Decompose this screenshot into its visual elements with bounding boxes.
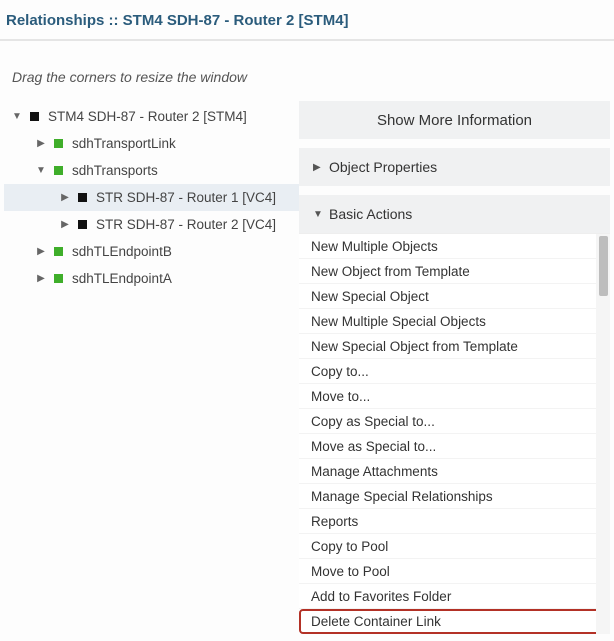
action-item-label: Add to Favorites Folder <box>311 589 451 604</box>
action-item[interactable]: New Multiple Objects <box>299 234 610 259</box>
basic-actions-section: ▼ Basic Actions New Multiple ObjectsNew … <box>299 195 610 634</box>
basic-actions-list: New Multiple Objects New Object from Temp… <box>299 233 610 634</box>
basic-actions-label: Basic Actions <box>329 206 412 222</box>
scrollbar-thumb[interactable] <box>599 236 608 296</box>
tree-node[interactable]: ▶ STR SDH-87 - Router 2 [VC4] <box>4 211 299 238</box>
tree-node-label: sdhTLEndpointB <box>72 244 172 259</box>
action-item-label: Move as Special to... <box>311 439 436 454</box>
chevron-right-icon[interactable]: ▶ <box>34 246 48 257</box>
tree-node[interactable]: ▼ sdhTransports <box>4 157 299 184</box>
object-properties-accordion[interactable]: ▶ Object Properties <box>299 148 610 186</box>
chevron-right-icon[interactable]: ▶ <box>34 138 48 149</box>
node-color-icon <box>30 112 39 121</box>
action-item-label: Move to... <box>311 389 370 404</box>
tree-node[interactable]: ▶ STR SDH-87 - Router 1 [VC4] <box>4 184 299 211</box>
action-item-label: Manage Attachments <box>311 464 438 479</box>
node-color-icon <box>54 166 63 175</box>
tree-node-label: sdhTransportLink <box>72 136 176 151</box>
action-item-label: New Object from Template <box>311 264 470 279</box>
action-item[interactable]: Move to Pool <box>299 559 610 584</box>
chevron-right-icon[interactable]: ▶ <box>34 273 48 284</box>
action-item-label: Move to Pool <box>311 564 390 579</box>
action-item[interactable]: Manage Special Relationships <box>299 484 610 509</box>
chevron-right-icon: ▶ <box>313 162 329 173</box>
node-color-icon <box>54 274 63 283</box>
tree-node-label: STM4 SDH-87 - Router 2 [STM4] <box>48 109 247 124</box>
action-item-label: Copy to... <box>311 364 369 379</box>
node-color-icon <box>78 193 87 202</box>
scrollbar-track[interactable] <box>596 234 610 634</box>
action-item-label: Reports <box>311 514 358 529</box>
chevron-right-icon[interactable]: ▶ <box>58 192 72 203</box>
basic-actions-accordion[interactable]: ▼ Basic Actions <box>299 195 610 233</box>
action-item[interactable]: New Special Object <box>299 284 610 309</box>
tree-node-label: sdhTLEndpointA <box>72 271 172 286</box>
tree-node-label: sdhTransports <box>72 163 158 178</box>
tree-node[interactable]: ▶ sdhTLEndpointA <box>4 265 299 292</box>
object-properties-label: Object Properties <box>329 159 437 175</box>
node-color-icon <box>54 247 63 256</box>
action-item[interactable]: Copy to Pool <box>299 534 610 559</box>
node-color-icon <box>54 139 63 148</box>
action-item[interactable]: Move to... <box>299 384 610 409</box>
tree-node-label: STR SDH-87 - Router 1 [VC4] <box>96 190 276 205</box>
resize-hint: Drag the corners to resize the window <box>0 41 614 101</box>
action-item-label: Manage Special Relationships <box>311 489 493 504</box>
tree-node[interactable]: ▶ sdhTLEndpointB <box>4 238 299 265</box>
action-item-label: New Special Object from Template <box>311 339 518 354</box>
action-item[interactable]: New Object from Template <box>299 259 610 284</box>
action-item[interactable]: New Multiple Special Objects <box>299 309 610 334</box>
show-more-info-label: Show More Information <box>377 112 532 129</box>
right-panel: Show More Information ▶ Object Propertie… <box>299 101 610 634</box>
action-item[interactable]: Delete Container Link <box>299 609 610 634</box>
action-item-label: Copy to Pool <box>311 539 388 554</box>
action-item-label: Delete Container Link <box>311 614 441 629</box>
action-item[interactable]: Reports <box>299 509 610 534</box>
chevron-right-icon[interactable]: ▶ <box>58 219 72 230</box>
show-more-info-button[interactable]: Show More Information <box>299 101 610 139</box>
action-item[interactable]: Copy as Special to... <box>299 409 610 434</box>
page-title-text: Relationships :: STM4 SDH-87 - Router 2 … <box>6 12 349 29</box>
chevron-down-icon[interactable]: ▼ <box>10 111 24 122</box>
tree-node-label: STR SDH-87 - Router 2 [VC4] <box>96 217 276 232</box>
action-item-label: Copy as Special to... <box>311 414 435 429</box>
action-item[interactable]: Manage Attachments <box>299 459 610 484</box>
action-item[interactable]: Move as Special to... <box>299 434 610 459</box>
action-item-label: New Multiple Special Objects <box>311 314 486 329</box>
tree-node[interactable]: ▼ STM4 SDH-87 - Router 2 [STM4] <box>4 103 299 130</box>
action-item-label: New Multiple Objects <box>311 239 438 254</box>
action-item[interactable]: Copy to... <box>299 359 610 384</box>
resize-hint-text: Drag the corners to resize the window <box>12 69 247 85</box>
page-title: Relationships :: STM4 SDH-87 - Router 2 … <box>0 0 614 41</box>
tree-node[interactable]: ▶ sdhTransportLink <box>4 130 299 157</box>
chevron-down-icon[interactable]: ▼ <box>34 165 48 176</box>
action-item-label: New Special Object <box>311 289 429 304</box>
node-color-icon <box>78 220 87 229</box>
chevron-down-icon: ▼ <box>313 209 329 220</box>
action-item[interactable]: Add to Favorites Folder <box>299 584 610 609</box>
tree-view: ▼ STM4 SDH-87 - Router 2 [STM4] ▶ sdhTransp… <box>4 101 299 292</box>
action-item[interactable]: New Special Object from Template <box>299 334 610 359</box>
